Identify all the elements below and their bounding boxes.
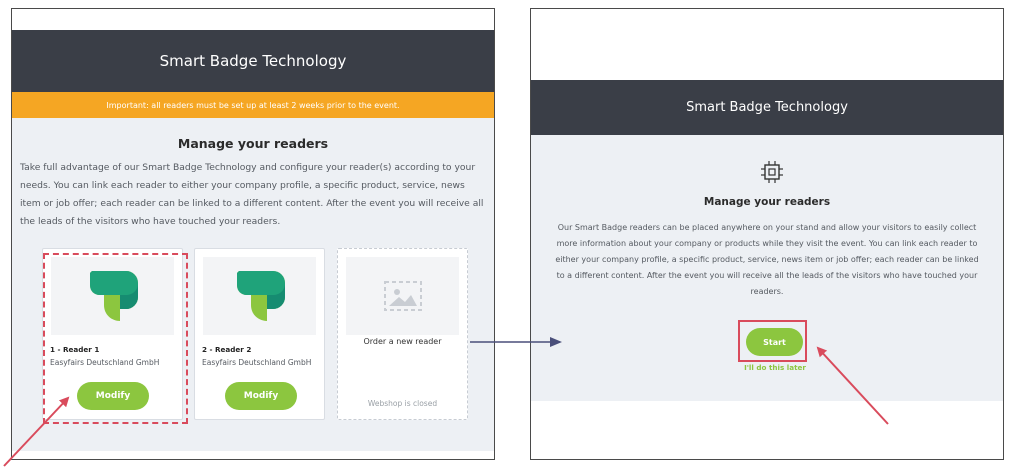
reader-name: 1 - Reader 1: [50, 345, 100, 354]
reader-card-1: 1 - Reader 1 Easyfairs Deutschland GmbH …: [42, 248, 183, 420]
page-header: Smart Badge Technology: [531, 80, 1003, 135]
reader-company: Easyfairs Deutschland GmbH: [202, 358, 312, 367]
page-header-title: Smart Badge Technology: [686, 100, 848, 115]
reader-logo: [51, 257, 174, 335]
webshop-status: Webshop is closed: [367, 399, 438, 408]
reader-logo-icon: [236, 271, 285, 321]
modify-button[interactable]: Modify: [225, 382, 297, 410]
reader-card-2: 2 - Reader 2 Easyfairs Deutschland GmbH …: [194, 248, 325, 420]
section-title: Manage your readers: [177, 136, 329, 151]
notice-text: Important: all readers must be set up at…: [106, 100, 400, 110]
chip-icon: [761, 161, 783, 183]
order-reader-card[interactable]: Order a new reader Webshop is closed: [337, 248, 468, 420]
image-placeholder: [346, 257, 459, 335]
reader-name: 2 - Reader 2: [202, 345, 252, 354]
reader-logo-icon: [89, 271, 138, 321]
reader-company: Easyfairs Deutschland GmbH: [50, 358, 160, 367]
start-button[interactable]: Start: [746, 328, 803, 356]
order-reader-label: Order a new reader: [363, 337, 442, 346]
page-header: Smart Badge Technology: [12, 30, 494, 92]
do-this-later-link[interactable]: I'll do this later: [700, 363, 850, 372]
section-description: Our Smart Badge readers can be placed an…: [555, 223, 979, 296]
reader-logo: [203, 257, 316, 335]
image-placeholder-icon: [383, 281, 422, 311]
section-description: Take full advantage of our Smart Badge T…: [20, 162, 484, 227]
section-title: Manage your readers: [703, 196, 831, 208]
page-header-title: Smart Badge Technology: [159, 52, 347, 70]
notice-banner: Important: all readers must be set up at…: [12, 92, 494, 118]
modify-button[interactable]: Modify: [77, 382, 149, 410]
